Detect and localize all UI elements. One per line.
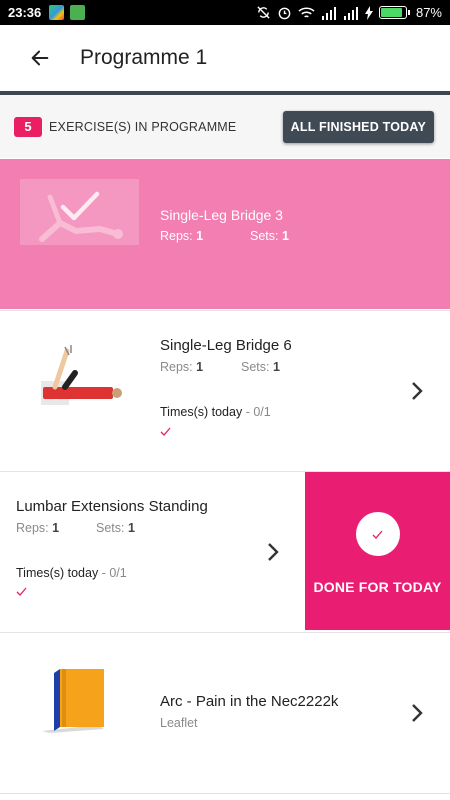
battery-icon — [378, 6, 410, 19]
exercise-card[interactable]: Single-Leg Bridge 6 Reps: 1 Sets: 1 Time… — [0, 310, 450, 470]
exercise-thumbnail — [35, 343, 135, 409]
reps-info: Reps: 1 — [160, 229, 204, 243]
signal-icon-2 — [343, 6, 358, 20]
reps-info: Reps: 1 — [16, 521, 60, 535]
completed-check-icon — [60, 191, 100, 221]
leaflet-card[interactable]: Arc - Pain in the Nec2222k Leaflet — [0, 632, 450, 794]
times-today: Times(s) today - 0/1 — [16, 566, 127, 580]
chevron-right-icon[interactable] — [410, 381, 424, 401]
exercise-name: Lumbar Extensions Standing — [16, 498, 208, 515]
back-button[interactable] — [0, 25, 80, 91]
leaflet-subtitle: Leaflet — [160, 716, 198, 730]
signal-icon — [321, 6, 336, 20]
exercise-card-completed[interactable]: Single-Leg Bridge 3 Reps: 1 Sets: 1 — [0, 159, 450, 309]
times-today: Times(s) today - 0/1 — [160, 405, 271, 419]
arrow-back-icon — [31, 50, 49, 66]
exercise-card[interactable]: Lumbar Extensions Standing Reps: 1 Sets:… — [0, 471, 450, 631]
status-time: 23:36 — [8, 5, 42, 20]
done-circle — [355, 512, 400, 556]
check-icon — [160, 427, 171, 436]
exercise-thumbnail — [20, 179, 139, 245]
done-for-today-button[interactable]: DONE FOR TODAY — [305, 472, 450, 630]
app-notification-icon — [70, 5, 86, 20]
all-finished-today-button[interactable]: ALL FINISHED TODAY — [282, 110, 434, 143]
sets-info: Sets: 1 — [250, 229, 289, 243]
sets-info: Sets: 1 — [241, 360, 280, 374]
charging-icon — [364, 5, 373, 20]
exercise-count-label: EXERCISE(S) IN PROGRAMME — [49, 119, 237, 134]
leaflet-book-icon — [38, 663, 108, 733]
status-bar: 23:36 87% — [0, 0, 450, 25]
no-sync-icon — [257, 6, 270, 19]
exercise-name: Single-Leg Bridge 3 — [160, 207, 283, 223]
battery-fill — [380, 8, 402, 17]
play-store-icon — [49, 5, 65, 20]
chevron-right-icon[interactable] — [410, 703, 424, 723]
reps-info: Reps: 1 — [160, 360, 204, 374]
leaflet-title: Arc - Pain in the Nec2222k — [160, 693, 339, 710]
status-icons: 87% — [256, 5, 442, 20]
exercise-count-badge: 5 — [14, 116, 42, 137]
programme-summary: 5 EXERCISE(S) IN PROGRAMME ALL FINISHED … — [0, 95, 450, 158]
alarm-icon — [278, 7, 291, 20]
battery-percent: 87% — [415, 5, 442, 20]
exercise-name: Single-Leg Bridge 6 — [160, 337, 292, 354]
wifi-icon — [298, 6, 315, 17]
check-icon — [16, 587, 27, 596]
page-title: Programme 1 — [80, 46, 208, 69]
sets-info: Sets: 1 — [96, 521, 135, 535]
check-icon — [372, 530, 383, 539]
chevron-right-icon[interactable] — [266, 542, 280, 562]
done-for-today-label: DONE FOR TODAY — [313, 579, 442, 595]
app-bar: Programme 1 — [0, 25, 450, 91]
